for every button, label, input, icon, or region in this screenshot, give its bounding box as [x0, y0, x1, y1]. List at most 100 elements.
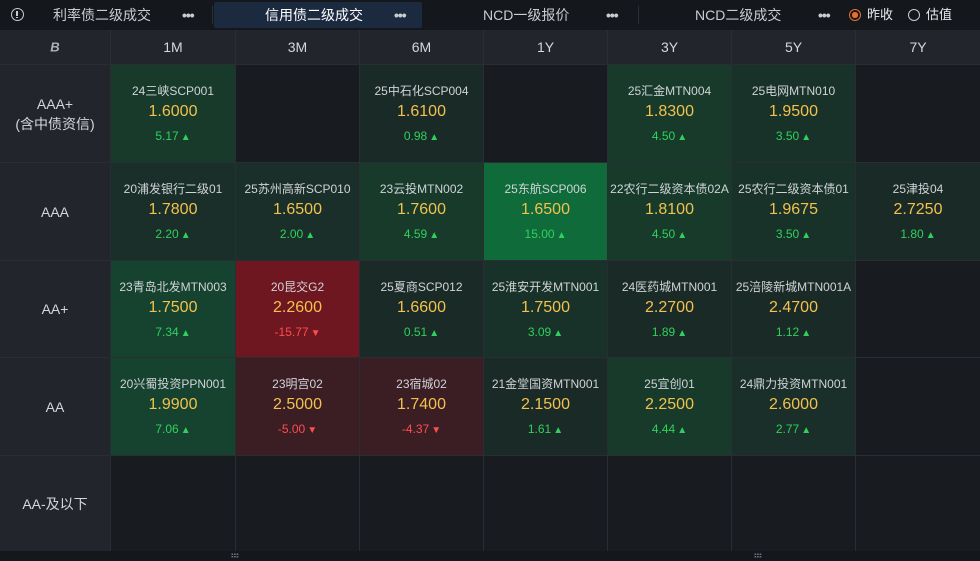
- tab-divider: [212, 6, 213, 24]
- bond-cell[interactable]: 25汇金MTN004 1.8300 4.50 ▲: [608, 65, 731, 162]
- tab-label: 信用债二级成交: [265, 7, 363, 23]
- bond-cell[interactable]: 23云投MTN002 1.7600 4.59 ▲: [360, 163, 483, 260]
- bond-cell[interactable]: 25宜创01 2.2500 4.44 ▲: [608, 358, 731, 455]
- bond-name: 20浦发银行二级01: [123, 182, 223, 196]
- bond-cell[interactable]: 21金堂国资MTN001 2.1500 1.61 ▲: [484, 358, 607, 455]
- bond-change: 1.12 ▲: [732, 325, 855, 339]
- bond-cell[interactable]: 25淮安开发MTN001 1.7500 3.09 ▲: [484, 261, 607, 357]
- bond-cell[interactable]: 25夏商SCP012 1.6600 0.51 ▲: [360, 261, 483, 357]
- bond-cell[interactable]: 25农行二级资本债01 1.9675 3.50 ▲: [732, 163, 855, 260]
- radio-valuation[interactable]: 估值: [908, 8, 964, 22]
- tab-ncd-secondary[interactable]: NCD二级成交 •••: [640, 2, 840, 28]
- bond-cell[interactable]: 25津投04 2.7250 1.80 ▲: [856, 163, 980, 260]
- bond-change: 0.98 ▲: [360, 129, 483, 143]
- bond-cell[interactable]: 20兴蜀投资PPN001 1.9900 7.06 ▲: [111, 358, 235, 455]
- arrow-up-icon: ▲: [553, 328, 564, 339]
- column-header-5y[interactable]: 5Y: [732, 30, 855, 64]
- resize-bar[interactable]: [0, 551, 980, 561]
- resize-grip-icon[interactable]: [231, 553, 239, 558]
- bond-yield: 1.6500: [521, 201, 570, 218]
- bond-change: 1.61 ▲: [484, 422, 607, 436]
- bond-cell[interactable]: 20昆交G2 2.2600 -15.77 ▼: [236, 261, 359, 357]
- arrow-up-icon: ▲: [553, 425, 564, 436]
- bond-cell[interactable]: 25苏州高新SCP010 1.6500 2.00 ▲: [236, 163, 359, 260]
- bond-yield: 2.2700: [645, 299, 694, 316]
- bond-name: 22农行二级资本债02A: [610, 182, 729, 196]
- column-header-7y[interactable]: 7Y: [856, 30, 980, 64]
- change-value: 1.80: [900, 227, 924, 241]
- bond-change: 3.50 ▲: [732, 129, 855, 143]
- row-header: AA+: [0, 261, 110, 357]
- bond-cell[interactable]: 24三峡SCP001 1.6000 5.17 ▲: [111, 65, 235, 162]
- bond-name: 25宜创01: [644, 377, 695, 391]
- bond-yield: 2.2500: [645, 396, 694, 413]
- bond-name: 20昆交G2: [270, 280, 325, 294]
- more-icon[interactable]: •••: [818, 2, 831, 28]
- more-icon[interactable]: •••: [182, 2, 195, 28]
- tab-bar: 利率债二级成交 ••• 信用债二级成交 ••• NCD一级报价 ••• NCD二…: [0, 0, 980, 30]
- bond-cell[interactable]: 25中石化SCP004 1.6100 0.98 ▲: [360, 65, 483, 162]
- change-value: 0.98: [403, 129, 428, 143]
- bond-cell[interactable]: 25电网MTN010 1.9500 3.50 ▲: [732, 65, 855, 162]
- change-value: 2.20: [155, 227, 179, 241]
- empty-cell: [732, 456, 855, 551]
- more-icon[interactable]: •••: [606, 2, 619, 28]
- arrow-up-icon: ▲: [180, 328, 191, 339]
- bond-cell[interactable]: 24医药城MTN001 2.2700 1.89 ▲: [608, 261, 731, 357]
- bond-cell[interactable]: 25涪陵新城MTN001A 2.4700 1.12 ▲: [732, 261, 855, 357]
- bond-cell[interactable]: 23宿城02 1.7400 -4.37 ▼: [360, 358, 483, 455]
- tab-rate-bond-secondary[interactable]: 利率债二级成交 •••: [34, 2, 213, 28]
- change-value: 1.61: [527, 422, 552, 436]
- more-icon[interactable]: •••: [394, 2, 407, 28]
- radio-label: 昨收: [867, 7, 894, 22]
- column-header-3y[interactable]: 3Y: [608, 30, 731, 64]
- column-header-1y[interactable]: 1Y: [484, 30, 607, 64]
- bond-change: 3.09 ▲: [484, 325, 607, 339]
- empty-cell: [856, 261, 980, 357]
- bond-yield: 1.6600: [397, 299, 446, 316]
- bond-name: 25电网MTN010: [751, 84, 836, 98]
- row-label: AA: [45, 398, 65, 415]
- arrow-up-icon: ▲: [180, 230, 191, 241]
- column-header-6m[interactable]: 6M: [360, 30, 483, 64]
- row-sublabel: (含中债资信): [15, 115, 95, 132]
- bond-cell[interactable]: 22农行二级资本债02A 1.8100 4.50 ▲: [608, 163, 731, 260]
- column-header-1m[interactable]: 1M: [111, 30, 235, 64]
- row-header: AAA: [0, 163, 110, 260]
- tab-credit-bond-secondary[interactable]: 信用债二级成交 •••: [214, 2, 422, 28]
- bond-cell[interactable]: 24鼎力投资MTN001 2.6000 2.77 ▲: [732, 358, 855, 455]
- resize-grip-icon[interactable]: [754, 553, 762, 558]
- bond-yield: 1.9500: [769, 103, 818, 120]
- bond-cell[interactable]: 23明宫02 2.5000 -5.00 ▼: [236, 358, 359, 455]
- bond-change: 4.50 ▲: [608, 129, 731, 143]
- radio-unchecked-icon: [908, 9, 920, 21]
- radio-label: 估值: [926, 7, 953, 22]
- bond-name: 25津投04: [892, 182, 944, 196]
- bond-name: 25东航SCP006: [504, 182, 587, 196]
- bond-change: 4.50 ▲: [608, 227, 731, 241]
- bond-change: 4.44 ▲: [608, 422, 731, 436]
- bond-name: 25苏州高新SCP010: [244, 182, 351, 196]
- empty-cell: [856, 358, 980, 455]
- column-header-3m[interactable]: 3M: [236, 30, 359, 64]
- arrow-up-icon: ▲: [925, 230, 936, 241]
- info-icon[interactable]: [11, 8, 24, 21]
- bond-yield: 1.8100: [645, 201, 694, 218]
- bond-logo-icon[interactable]: B: [50, 40, 59, 55]
- change-value: 2.00: [279, 227, 304, 241]
- header-corner: B: [0, 30, 110, 64]
- tab-ncd-primary-quote[interactable]: NCD一级报价 •••: [424, 2, 639, 28]
- change-value: 7.06: [155, 422, 179, 436]
- radio-prev-close[interactable]: 昨收: [849, 8, 899, 22]
- bond-yield: 1.6500: [273, 201, 322, 218]
- change-value: -4.37: [401, 422, 430, 436]
- bond-cell[interactable]: 20浦发银行二级01 1.7800 2.20 ▲: [111, 163, 235, 260]
- bond-cell[interactable]: 25东航SCP006 1.6500 15.00 ▲: [484, 163, 607, 260]
- bond-yield: 1.9900: [148, 396, 198, 413]
- radio-checked-icon: [849, 9, 861, 21]
- change-value: 3.50: [775, 227, 800, 241]
- empty-cell: [856, 65, 980, 162]
- empty-cell: [360, 456, 483, 551]
- bond-cell[interactable]: 23青岛北发MTN003 1.7500 7.34 ▲: [111, 261, 235, 357]
- bond-yield: 1.7500: [521, 299, 570, 316]
